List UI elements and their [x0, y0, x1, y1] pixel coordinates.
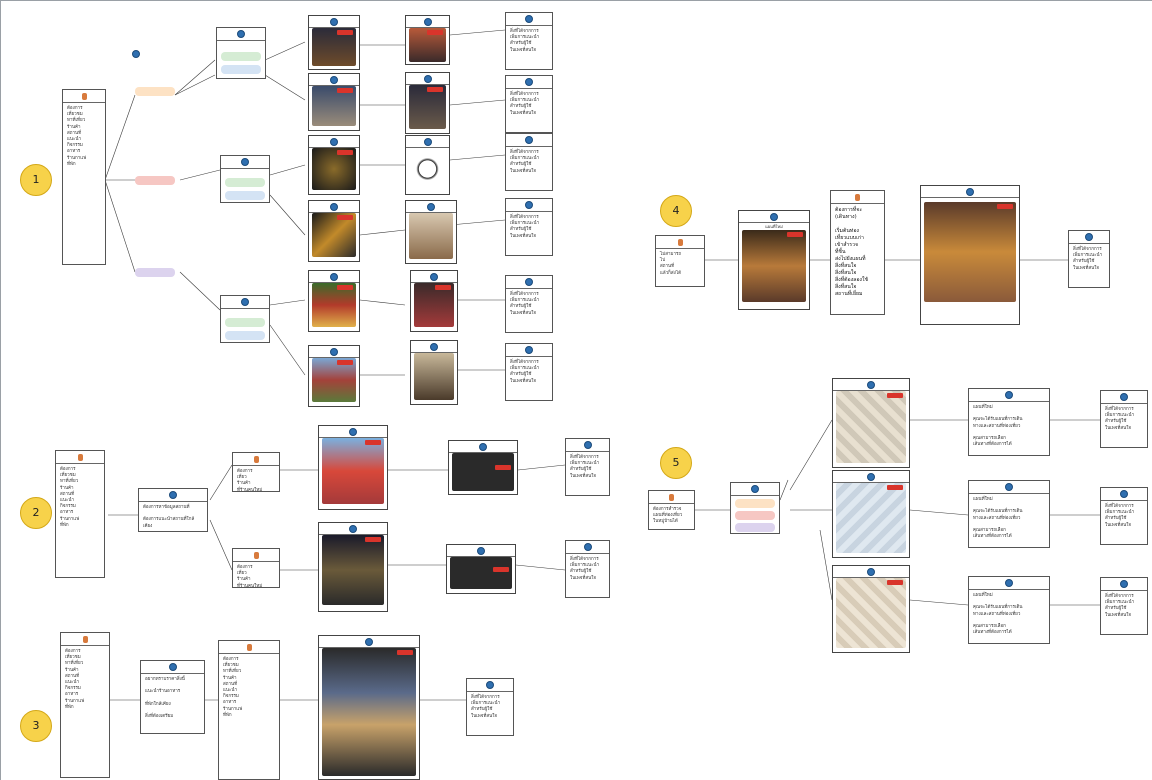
avatar-icon [237, 30, 245, 38]
s5-result-card-1: แผนที่ใหม่ คุณจะได้รับแผนที่การเดิน ทางแ… [968, 388, 1050, 456]
s2-result-card-2: สิ่งที่ได้จากการ เพิ่มการแนะนำ สำหรับผู้… [565, 540, 610, 598]
s2-bot-card: ต้องการหาข้อมูลสถานที่ ต้องการแนะนำสถานท… [138, 488, 208, 532]
s4-options-card: ต้องการที่จะ (เดินทาง) เริ่มต้นท่อง เที่… [830, 190, 885, 315]
avatar-icon [241, 158, 249, 166]
s2-menu-card-1: ต้องการ เที่ยว ร้านค้า ที่ร้านคนใหม่ ร้า… [232, 452, 280, 492]
s1-result-card-5: สิ่งที่ได้จากการ เพิ่มการแนะนำ สำหรับผู้… [505, 275, 553, 333]
s2-phone-1 [318, 425, 388, 510]
s5-phone-3 [832, 565, 910, 653]
step-badge-1: 1 [20, 164, 52, 196]
s5-final-card-1: สิ่งที่ได้จากการ เพิ่มการแนะนำ สำหรับผู้… [1100, 390, 1148, 448]
s4-user-card: ไม่สามารถ ไป สถานที่ แล้วก็ส่งได้ [655, 235, 705, 287]
s1-phone-11 [410, 270, 458, 332]
s5-phone-1 [832, 378, 910, 468]
s1-phone-6 [308, 345, 360, 407]
s3-user-card: ต้องการ เที่ยวชม หาที่เที่ยว ร้านค้า สถา… [60, 632, 110, 778]
s1-phone-9 [405, 135, 450, 195]
s5-final-card-2: สิ่งที่ได้จากการ เพิ่มการแนะนำ สำหรับผู้… [1100, 487, 1148, 545]
s1-phone-7 [405, 15, 450, 65]
s1-result-card-2: สิ่งที่ได้จากการ เพิ่มการแนะนำ สำหรับผู้… [505, 75, 553, 133]
step-badge-4: 4 [660, 195, 692, 227]
s3-list-card: ต้องการ เที่ยวชม หาที่เที่ยว ร้านค้า สถา… [218, 640, 280, 780]
s2-phone-3 [448, 440, 518, 495]
s2-result-card-1: สิ่งที่ได้จากการ เพิ่มการแนะนำ สำหรับผู้… [565, 438, 610, 496]
s1-menu-card-b [220, 155, 270, 203]
s1-phone-5 [308, 270, 360, 332]
s1-user-card: ต้องการ เที่ยวชม หาที่เที่ยว ร้านค้า สถา… [62, 89, 106, 265]
s1-pill-purple [135, 268, 175, 277]
step-badge-3: 3 [20, 710, 52, 742]
s1-result-card-4: สิ่งที่ได้จากการ เพิ่มการแนะนำ สำหรับผู้… [505, 198, 553, 256]
s4-phone-large [920, 185, 1020, 325]
s3-phone [318, 635, 420, 780]
s1-phone-2 [308, 73, 360, 131]
step-badge-2: 2 [20, 497, 52, 529]
s1-pill-orange [135, 87, 175, 96]
s2-user-card: ต้องการ เที่ยวชม หาที่เที่ยว ร้านค้า สถา… [55, 450, 105, 578]
s2-phone-4 [446, 544, 516, 594]
s5-user-card: ต้องการสำรวจ แผนที่ท่องเที่ยว ในหมู่บ้าน… [648, 490, 695, 530]
s2-menu-card-2: ต้องการ เที่ยว ร้านค้า ที่ร้านคนใหม่ ร้า… [232, 548, 280, 588]
avatar-icon [770, 212, 778, 221]
s3-result-card: สิ่งที่ได้จากการ เพิ่มการแนะนำ สำหรับผู้… [466, 678, 514, 736]
s1-phone-3 [308, 135, 360, 195]
s1-phone-12 [410, 340, 458, 405]
s1-phone-4 [308, 200, 360, 262]
s1-pill-pink [135, 176, 175, 185]
s5-final-card-3: สิ่งที่ได้จากการ เพิ่มการแนะนำ สำหรับผู้… [1100, 577, 1148, 635]
s1-menu-card-a [216, 27, 266, 79]
s5-result-card-3: แผนที่ใหม่ คุณจะได้รับแผนที่การเดิน ทางแ… [968, 576, 1050, 644]
s1-menu-card-c [220, 295, 270, 343]
s4-final-card: สิ่งที่ได้จากการ เพิ่มการแนะนำ สำหรับผู้… [1068, 230, 1110, 288]
s5-phone-2 [832, 470, 910, 558]
s3-bot-card: อยากทราบราคาสิ่งนี้ แนะนำร้านอาหาร ที่พั… [140, 660, 205, 734]
step-badge-5: 5 [660, 447, 692, 479]
user-pin-icon [81, 92, 87, 100]
s5-result-card-2: แผนที่ใหม่ คุณจะได้รับแผนที่การเดิน ทางแ… [968, 480, 1050, 548]
s1-result-card-3: สิ่งที่ได้จากการ เพิ่มการแนะนำ สำหรับผู้… [505, 133, 553, 191]
s1-result-card-1: สิ่งที่ได้จากการ เพิ่มการแนะนำ สำหรับผู้… [505, 12, 553, 70]
s1-bot-node-a [132, 50, 176, 59]
s2-phone-2 [318, 522, 388, 612]
s1-phone-8 [405, 72, 450, 134]
s5-menu-card [730, 482, 780, 534]
avatar-icon [241, 298, 249, 306]
s4-phone-small: แผนที่ใหม่ [738, 210, 810, 310]
s1-phone-1 [308, 15, 360, 70]
s1-phone-10 [405, 200, 457, 264]
avatar-icon [132, 50, 140, 58]
user-pin-icon [677, 238, 683, 246]
s1-result-card-6: สิ่งที่ได้จากการ เพิ่มการแนะนำ สำหรับผู้… [505, 343, 553, 401]
